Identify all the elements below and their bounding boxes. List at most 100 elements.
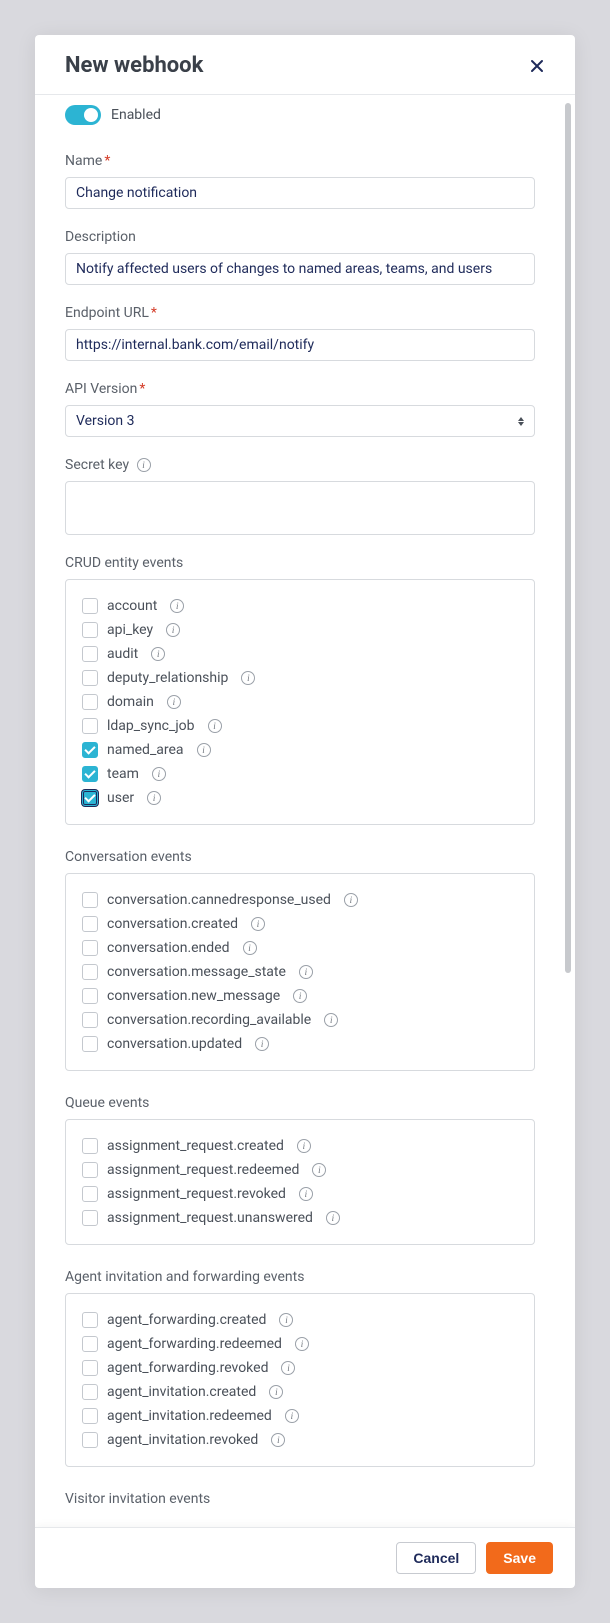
- save-button[interactable]: Save: [486, 1542, 553, 1574]
- endpoint-input[interactable]: [65, 329, 535, 361]
- checkbox[interactable]: [82, 1408, 98, 1424]
- checkbox[interactable]: [82, 622, 98, 638]
- checkbox[interactable]: [82, 1036, 98, 1052]
- info-icon[interactable]: i: [152, 767, 166, 781]
- info-icon[interactable]: i: [312, 1163, 326, 1177]
- checkbox[interactable]: [82, 1138, 98, 1154]
- checkbox[interactable]: [82, 940, 98, 956]
- event-row-agent-invitation-redeemed[interactable]: agent_invitation.redeemedi: [82, 1404, 518, 1428]
- event-row-conversation-created[interactable]: conversation.createdi: [82, 912, 518, 936]
- event-row-conversation-new-message[interactable]: conversation.new_message i: [82, 984, 518, 1008]
- info-icon[interactable]: i: [151, 647, 165, 661]
- scrollbar-track[interactable]: [565, 103, 571, 1519]
- info-icon[interactable]: i: [293, 989, 307, 1003]
- event-row-conversation-message-state[interactable]: conversation.message_state i: [82, 960, 518, 984]
- info-icon[interactable]: i: [279, 1313, 293, 1327]
- info-icon[interactable]: i: [197, 743, 211, 757]
- event-label: account: [107, 596, 157, 616]
- event-row-conversation-updated[interactable]: conversation.updatedi: [82, 1032, 518, 1056]
- event-row-agent-forwarding-redeemed[interactable]: agent_forwarding.redeemed i: [82, 1332, 518, 1356]
- info-icon[interactable]: i: [166, 623, 180, 637]
- event-row-agent-invitation-revoked[interactable]: agent_invitation.revoked i: [82, 1428, 518, 1452]
- scrollbar-thumb[interactable]: [565, 103, 571, 973]
- event-row-agent-forwarding-created[interactable]: agent_forwarding.createdi: [82, 1308, 518, 1332]
- event-row-conversation-recording-available[interactable]: conversation.recording_availablei: [82, 1008, 518, 1032]
- checkbox[interactable]: [82, 988, 98, 1004]
- event-row-api-key[interactable]: api_keyi: [82, 618, 518, 642]
- info-icon[interactable]: i: [285, 1409, 299, 1423]
- event-row-audit[interactable]: auditi: [82, 642, 518, 666]
- apiversion-select[interactable]: Version 3: [65, 405, 535, 437]
- info-icon[interactable]: i: [167, 695, 181, 709]
- event-row-domain[interactable]: domaini: [82, 690, 518, 714]
- checkbox[interactable]: [82, 1012, 98, 1028]
- checkbox[interactable]: [82, 916, 98, 932]
- checkbox[interactable]: [82, 1210, 98, 1226]
- checkbox[interactable]: [82, 964, 98, 980]
- event-label: agent_invitation.revoked: [107, 1430, 258, 1450]
- info-icon[interactable]: i: [344, 893, 358, 907]
- info-icon[interactable]: i: [295, 1337, 309, 1351]
- cancel-button[interactable]: Cancel: [396, 1542, 476, 1574]
- checkbox[interactable]: [82, 1162, 98, 1178]
- event-label: domain: [107, 692, 154, 712]
- info-icon[interactable]: i: [299, 1187, 313, 1201]
- close-icon[interactable]: [529, 58, 545, 74]
- queue-section-title: Queue events: [65, 1095, 535, 1111]
- checkbox[interactable]: [82, 598, 98, 614]
- enabled-toggle[interactable]: [65, 105, 101, 125]
- info-icon[interactable]: i: [241, 671, 255, 685]
- event-label: agent_forwarding.redeemed: [107, 1334, 282, 1354]
- description-input[interactable]: [65, 253, 535, 285]
- event-row-user[interactable]: useri: [82, 786, 518, 810]
- event-row-deputy-relationship[interactable]: deputy_relationshipi: [82, 666, 518, 690]
- info-icon[interactable]: i: [137, 458, 151, 472]
- info-icon[interactable]: i: [326, 1211, 340, 1225]
- info-icon[interactable]: i: [281, 1361, 295, 1375]
- secretkey-input[interactable]: [65, 481, 535, 535]
- checkbox[interactable]: [82, 1312, 98, 1328]
- info-icon[interactable]: i: [208, 719, 222, 733]
- info-icon[interactable]: i: [170, 599, 184, 613]
- event-row-agent-invitation-created[interactable]: agent_invitation.createdi: [82, 1380, 518, 1404]
- event-label: conversation.message_state: [107, 962, 286, 982]
- event-label: audit: [107, 644, 138, 664]
- event-row-assignment-request-redeemed[interactable]: assignment_request.redeemedi: [82, 1158, 518, 1182]
- checkbox[interactable]: [82, 1336, 98, 1352]
- endpoint-label: Endpoint URL*: [65, 305, 535, 321]
- checkbox[interactable]: [82, 1384, 98, 1400]
- event-label: conversation.new_message: [107, 986, 280, 1006]
- modal-body: Enabled Name* Description Endpoint URL*: [35, 95, 565, 1527]
- checkbox[interactable]: [82, 1432, 98, 1448]
- checkbox[interactable]: [82, 1360, 98, 1376]
- checkbox[interactable]: [82, 694, 98, 710]
- checkbox[interactable]: [82, 670, 98, 686]
- event-row-conversation-cannedresponse-used[interactable]: conversation.cannedresponse_usedi: [82, 888, 518, 912]
- checkbox[interactable]: [82, 790, 98, 806]
- event-row-account[interactable]: account i: [82, 594, 518, 618]
- checkbox[interactable]: [82, 892, 98, 908]
- event-row-named-area[interactable]: named_areai: [82, 738, 518, 762]
- checkbox[interactable]: [82, 766, 98, 782]
- checkbox[interactable]: [82, 646, 98, 662]
- info-icon[interactable]: i: [271, 1433, 285, 1447]
- event-row-team[interactable]: teami: [82, 762, 518, 786]
- event-row-assignment-request-revoked[interactable]: assignment_request.revokedi: [82, 1182, 518, 1206]
- info-icon[interactable]: i: [243, 941, 257, 955]
- name-input[interactable]: [65, 177, 535, 209]
- checkbox[interactable]: [82, 718, 98, 734]
- event-row-ldap-sync-job[interactable]: ldap_sync_jobi: [82, 714, 518, 738]
- info-icon[interactable]: i: [297, 1139, 311, 1153]
- info-icon[interactable]: i: [269, 1385, 283, 1399]
- info-icon[interactable]: i: [255, 1037, 269, 1051]
- info-icon[interactable]: i: [299, 965, 313, 979]
- event-row-assignment-request-created[interactable]: assignment_request.createdi: [82, 1134, 518, 1158]
- checkbox[interactable]: [82, 1186, 98, 1202]
- event-row-conversation-ended[interactable]: conversation.endedi: [82, 936, 518, 960]
- info-icon[interactable]: i: [147, 791, 161, 805]
- event-row-agent-forwarding-revoked[interactable]: agent_forwarding.revokedi: [82, 1356, 518, 1380]
- info-icon[interactable]: i: [324, 1013, 338, 1027]
- event-row-assignment-request-unanswered[interactable]: assignment_request.unansweredi: [82, 1206, 518, 1230]
- info-icon[interactable]: i: [251, 917, 265, 931]
- checkbox[interactable]: [82, 742, 98, 758]
